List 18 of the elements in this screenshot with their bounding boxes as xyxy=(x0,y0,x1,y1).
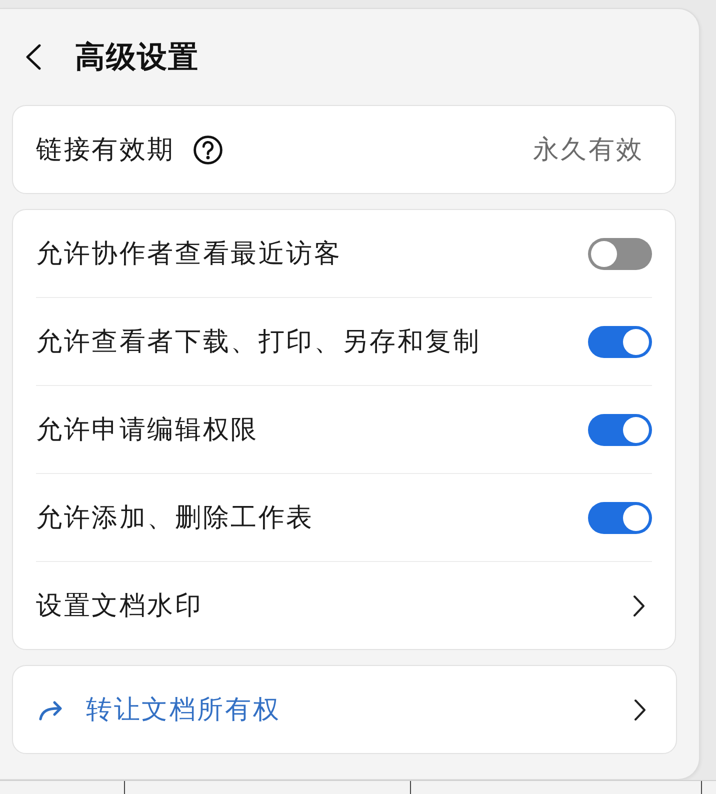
page-title: 高级设置 xyxy=(75,38,199,76)
settings-link[interactable]: 设置文档水印 xyxy=(36,562,652,649)
setting-label: 允许协作者查看最近访客 xyxy=(36,238,342,271)
setting-label: 允许添加、删除工作表 xyxy=(36,502,314,535)
setting-label: 允许申请编辑权限 xyxy=(36,414,258,447)
setting-label: 链接有效期 xyxy=(36,134,175,167)
help-icon[interactable] xyxy=(193,134,223,164)
toggle-switch[interactable] xyxy=(588,414,652,446)
back-icon[interactable] xyxy=(26,44,41,70)
toggle-switch[interactable] xyxy=(588,238,652,270)
chevron-right-icon[interactable] xyxy=(634,698,646,720)
chevron-right-icon[interactable] xyxy=(633,594,645,616)
setting-value[interactable]: 永久有效 xyxy=(532,132,644,167)
curved-arrow-icon xyxy=(38,698,64,720)
toggle-switch[interactable] xyxy=(588,326,652,358)
setting-label: 允许查看者下载、打印、另存和复制 xyxy=(36,326,481,359)
transfer-ownership-button[interactable]: 转让文档所有权 xyxy=(12,665,677,754)
toggle-switch[interactable] xyxy=(588,502,652,534)
